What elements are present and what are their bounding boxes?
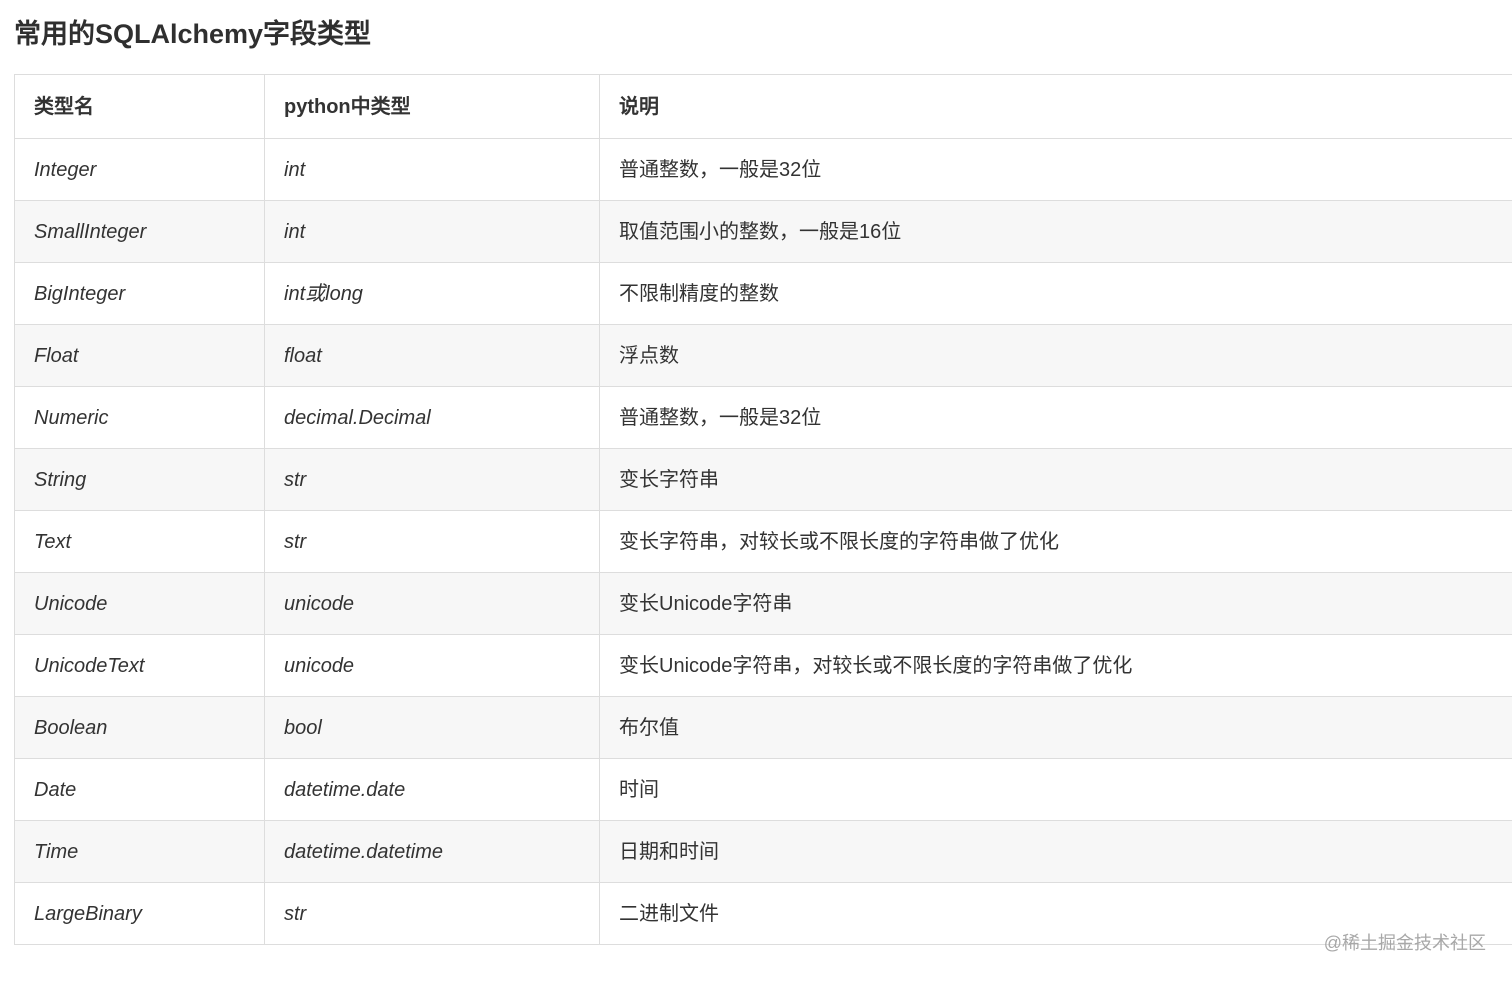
cell-python-type: decimal.Decimal bbox=[264, 386, 600, 449]
cell-type-name: SmallInteger bbox=[14, 200, 265, 263]
document-page: 常用的SQLAlchemy字段类型 类型名 python中类型 说明 Integ… bbox=[0, 0, 1512, 981]
cell-type-name: LargeBinary bbox=[14, 882, 265, 945]
cell-type-name: Unicode bbox=[14, 572, 265, 635]
table-row: Float float 浮点数 bbox=[14, 324, 1512, 387]
cell-description: 变长Unicode字符串，对较长或不限长度的字符串做了优化 bbox=[599, 634, 1512, 697]
cell-python-type: datetime.date bbox=[264, 758, 600, 821]
cell-description: 布尔值 bbox=[599, 696, 1512, 759]
header-description: 说明 bbox=[599, 74, 1512, 139]
cell-python-type: int bbox=[264, 200, 600, 263]
table-row: SmallInteger int 取值范围小的整数，一般是16位 bbox=[14, 200, 1512, 263]
cell-python-type: str bbox=[264, 448, 600, 511]
cell-python-type: int bbox=[264, 138, 600, 201]
table-header-row: 类型名 python中类型 说明 bbox=[14, 74, 1512, 139]
cell-description: 变长Unicode字符串 bbox=[599, 572, 1512, 635]
cell-description: 日期和时间 bbox=[599, 820, 1512, 883]
cell-type-name: Text bbox=[14, 510, 265, 573]
cell-description: 浮点数 bbox=[599, 324, 1512, 387]
page-title: 常用的SQLAlchemy字段类型 bbox=[14, 19, 372, 49]
header-python-type: python中类型 bbox=[264, 74, 600, 139]
table-row: Date datetime.date 时间 bbox=[14, 758, 1512, 821]
cell-python-type: str bbox=[264, 510, 600, 573]
cell-type-name: Numeric bbox=[14, 386, 265, 449]
cell-type-name: Integer bbox=[14, 138, 265, 201]
cell-python-type: unicode bbox=[264, 634, 600, 697]
cell-description: 时间 bbox=[599, 758, 1512, 821]
cell-description: 不限制精度的整数 bbox=[599, 262, 1512, 325]
table-body: Integer int 普通整数，一般是32位 SmallInteger int… bbox=[14, 138, 1512, 945]
cell-description: 普通整数，一般是32位 bbox=[599, 138, 1512, 201]
cell-python-type: str bbox=[264, 882, 600, 945]
table-header: 类型名 python中类型 说明 bbox=[14, 74, 1512, 139]
table-row: UnicodeText unicode 变长Unicode字符串，对较长或不限长… bbox=[14, 634, 1512, 697]
cell-python-type: float bbox=[264, 324, 600, 387]
cell-type-name: Date bbox=[14, 758, 265, 821]
field-types-table: 类型名 python中类型 说明 Integer int 普通整数，一般是32位… bbox=[14, 74, 1512, 945]
table-row: Time datetime.datetime 日期和时间 bbox=[14, 820, 1512, 883]
cell-python-type: unicode bbox=[264, 572, 600, 635]
table-row: Unicode unicode 变长Unicode字符串 bbox=[14, 572, 1512, 635]
table-row: Text str 变长字符串，对较长或不限长度的字符串做了优化 bbox=[14, 510, 1512, 573]
table-row: Numeric decimal.Decimal 普通整数，一般是32位 bbox=[14, 386, 1512, 449]
cell-python-type: datetime.datetime bbox=[264, 820, 600, 883]
table-row: BigInteger int或long 不限制精度的整数 bbox=[14, 262, 1512, 325]
cell-python-type: bool bbox=[264, 696, 600, 759]
cell-type-name: BigInteger bbox=[14, 262, 265, 325]
cell-type-name: UnicodeText bbox=[14, 634, 265, 697]
cell-type-name: Float bbox=[14, 324, 265, 387]
cell-python-type: int或long bbox=[264, 262, 600, 325]
table-row: Boolean bool 布尔值 bbox=[14, 696, 1512, 759]
table-row: Integer int 普通整数，一般是32位 bbox=[14, 138, 1512, 201]
cell-type-name: String bbox=[14, 448, 265, 511]
watermark: @稀土掘金技术社区 bbox=[1323, 933, 1486, 953]
cell-type-name: Boolean bbox=[14, 696, 265, 759]
cell-description: 变长字符串 bbox=[599, 448, 1512, 511]
cell-description: 取值范围小的整数，一般是16位 bbox=[599, 200, 1512, 263]
cell-description: 普通整数，一般是32位 bbox=[599, 386, 1512, 449]
header-type-name: 类型名 bbox=[14, 74, 265, 139]
cell-description: 变长字符串，对较长或不限长度的字符串做了优化 bbox=[599, 510, 1512, 573]
cell-type-name: Time bbox=[14, 820, 265, 883]
table-row: LargeBinary str 二进制文件 bbox=[14, 882, 1512, 945]
table-row: String str 变长字符串 bbox=[14, 448, 1512, 511]
